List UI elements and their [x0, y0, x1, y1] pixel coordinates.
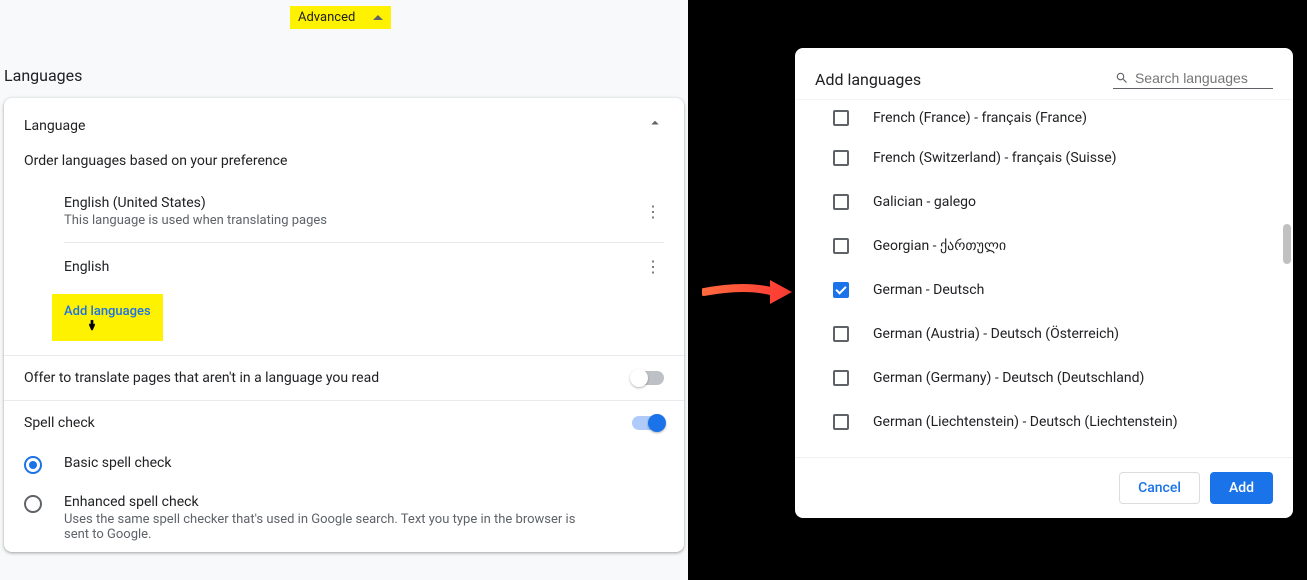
search-input[interactable] — [1135, 70, 1271, 86]
advanced-label: Advanced — [298, 10, 355, 25]
basic-spellcheck-label: Basic spell check — [64, 455, 171, 471]
add-languages-dialog: Add languages French (France) - français… — [795, 48, 1293, 518]
language-header-row[interactable]: Language — [4, 98, 684, 153]
language-checkbox[interactable] — [833, 110, 849, 126]
language-checkbox[interactable] — [833, 326, 849, 342]
add-button[interactable]: Add — [1210, 472, 1273, 504]
languages-section-title: Languages — [4, 66, 82, 85]
list-item[interactable]: German (Liechtenstein) - Deutsch (Liecht… — [795, 400, 1293, 444]
language-option-label: Galician - galego — [873, 194, 976, 210]
spellcheck-toggle[interactable] — [632, 416, 664, 430]
arrow-right-icon — [702, 274, 794, 310]
enhanced-spellcheck-radio[interactable] — [24, 495, 42, 513]
enhanced-spellcheck-desc: Uses the same spell checker that's used … — [64, 512, 584, 542]
translate-toggle[interactable] — [632, 371, 664, 385]
list-item[interactable]: German (Germany) - Deutsch (Deutschland) — [795, 356, 1293, 400]
language-item: English (United States) This language is… — [64, 181, 664, 242]
list-item[interactable]: French (Switzerland) - français (Suisse) — [795, 136, 1293, 180]
language-name: English — [64, 259, 109, 275]
list-item[interactable]: German (Austria) - Deutsch (Österreich) — [795, 312, 1293, 356]
language-checkbox[interactable] — [833, 414, 849, 430]
language-option-label: German (Germany) - Deutsch (Deutschland) — [873, 370, 1144, 386]
list-item[interactable]: German - Deutsch — [795, 268, 1293, 312]
language-checkbox[interactable] — [833, 238, 849, 254]
language-item: English ⋮ — [64, 242, 664, 290]
list-item[interactable]: Galician - galego — [795, 180, 1293, 224]
advanced-section-toggle[interactable]: Advanced — [290, 6, 391, 29]
basic-spellcheck-row[interactable]: Basic spell check — [4, 445, 684, 484]
enhanced-spellcheck-label: Enhanced spell check — [64, 494, 584, 510]
list-item[interactable]: French (France) - français (France) — [795, 104, 1293, 136]
add-languages-label: Add languages — [64, 304, 151, 319]
language-option-label: German (Liechtenstein) - Deutsch (Liecht… — [873, 414, 1178, 430]
search-icon — [1115, 70, 1129, 86]
kebab-menu-icon[interactable]: ⋮ — [641, 257, 664, 276]
language-card: Language Order languages based on your p… — [4, 98, 684, 552]
language-name: English (United States) — [64, 195, 327, 211]
basic-spellcheck-radio[interactable] — [24, 456, 42, 474]
language-option-label: French (France) - français (France) — [873, 110, 1087, 126]
language-desc: This language is used when translating p… — [64, 213, 327, 228]
spellcheck-toggle-row: Spell check — [4, 400, 684, 445]
settings-left-panel: Advanced Languages Language Order langua… — [0, 0, 688, 580]
chevron-up-icon[interactable] — [646, 114, 664, 137]
caret-up-icon — [373, 15, 383, 20]
language-checkbox[interactable] — [833, 370, 849, 386]
language-list: English (United States) This language is… — [64, 181, 664, 290]
scrollbar-thumb[interactable] — [1283, 224, 1291, 264]
language-option-label: German (Austria) - Deutsch (Österreich) — [873, 326, 1119, 342]
pointer-cursor-icon — [85, 318, 99, 338]
language-checkbox[interactable] — [833, 282, 849, 298]
translate-label: Offer to translate pages that aren't in … — [24, 370, 379, 386]
language-option-label: French (Switzerland) - français (Suisse) — [873, 150, 1117, 166]
search-box[interactable] — [1113, 68, 1273, 89]
language-option-label: German - Deutsch — [873, 282, 984, 298]
language-checkbox[interactable] — [833, 194, 849, 210]
dialog-header: Add languages — [795, 48, 1293, 99]
language-header-title: Language — [24, 118, 85, 134]
cancel-button[interactable]: Cancel — [1119, 472, 1200, 504]
language-checkbox[interactable] — [833, 150, 849, 166]
kebab-menu-icon[interactable]: ⋮ — [641, 202, 664, 221]
order-preference-text: Order languages based on your preference — [4, 153, 684, 181]
translate-toggle-row: Offer to translate pages that aren't in … — [4, 355, 684, 400]
enhanced-spellcheck-row[interactable]: Enhanced spell check Uses the same spell… — [4, 484, 684, 552]
dialog-footer: Cancel Add — [795, 457, 1293, 518]
language-option-label: Georgian - ქართული — [873, 238, 1006, 254]
dialog-title: Add languages — [815, 70, 921, 89]
add-languages-button[interactable]: Add languages — [52, 294, 163, 341]
spellcheck-label: Spell check — [24, 415, 95, 431]
dialog-language-list[interactable]: French (France) - français (France) Fren… — [795, 99, 1293, 457]
list-item[interactable]: Georgian - ქართული — [795, 224, 1293, 268]
